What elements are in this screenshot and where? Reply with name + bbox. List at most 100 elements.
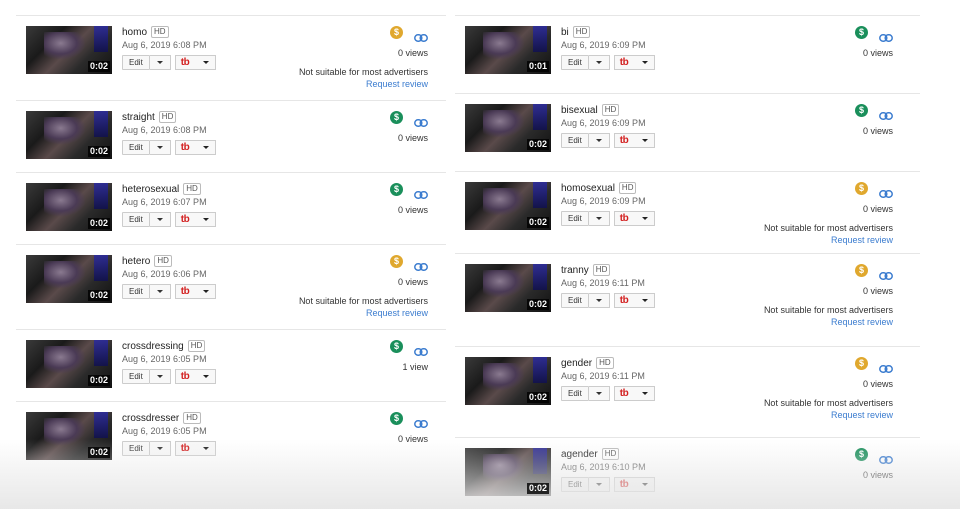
chevron-down-icon [201,141,211,154]
monetization-icon[interactable]: $ [855,357,868,370]
action-buttons: Edit tb [122,284,216,299]
video-title[interactable]: tranny [561,265,589,276]
edit-button[interactable]: Edit [561,133,589,148]
edit-dropdown-button[interactable] [588,386,610,401]
request-review-link[interactable]: Request review [366,79,428,89]
monetization-icon[interactable]: $ [390,183,403,196]
edit-dropdown-button[interactable] [588,211,610,226]
link-icon[interactable] [414,186,428,199]
link-icon[interactable] [879,107,893,120]
edit-dropdown-button[interactable] [149,284,171,299]
link-icon[interactable] [879,360,893,373]
edit-dropdown-button[interactable] [588,293,610,308]
edit-button[interactable]: Edit [122,441,150,456]
tubebuddy-menu-button[interactable]: tb [613,55,655,70]
edit-button[interactable]: Edit [122,212,150,227]
monetization-icon[interactable]: $ [855,448,868,461]
tubebuddy-menu-button[interactable]: tb [174,284,216,299]
video-thumbnail[interactable]: 0:02 [26,340,112,388]
tubebuddy-menu-button[interactable]: tb [174,441,216,456]
link-icon[interactable] [879,29,893,42]
chevron-down-icon [201,370,211,383]
video-title[interactable]: gender [561,358,592,369]
link-icon[interactable] [879,451,893,464]
upload-date: Aug 6, 2019 6:08 PM [122,40,207,50]
view-count: 0 views [397,205,428,215]
video-thumbnail[interactable]: 0:02 [465,264,551,312]
edit-button[interactable]: Edit [122,140,150,155]
monetization-icon[interactable]: $ [855,264,868,277]
edit-dropdown-button[interactable] [149,140,171,155]
video-title[interactable]: straight [122,112,155,123]
video-thumbnail[interactable]: 0:02 [465,104,551,152]
monetization-icon[interactable]: $ [390,340,403,353]
edit-dropdown-button[interactable] [149,212,171,227]
edit-dropdown-button[interactable] [588,133,610,148]
monetization-icon[interactable]: $ [390,111,403,124]
video-title[interactable]: heterosexual [122,184,179,195]
tubebuddy-menu-button[interactable]: tb [174,212,216,227]
link-icon[interactable] [414,415,428,428]
monetization-icon[interactable]: $ [390,26,403,39]
video-title[interactable]: bisexual [561,105,598,116]
video-title[interactable]: homosexual [561,183,615,194]
tubebuddy-logo: tb [180,214,190,225]
request-review-link[interactable]: Request review [366,308,428,318]
tubebuddy-menu-button[interactable]: tb [174,140,216,155]
request-review-link[interactable]: Request review [831,410,893,420]
video-thumbnail[interactable]: 0:02 [26,183,112,231]
duration-badge: 0:01 [526,61,549,72]
edit-button[interactable]: Edit [122,369,150,384]
video-title[interactable]: bi [561,27,569,38]
tubebuddy-menu-button[interactable]: tb [174,369,216,384]
duration-badge: 0:02 [87,447,110,458]
video-thumbnail[interactable]: 0:02 [26,26,112,74]
video-thumbnail[interactable]: 0:02 [26,412,112,460]
link-icon[interactable] [879,267,893,280]
edit-dropdown-button[interactable] [149,55,171,70]
link-icon[interactable] [414,114,428,127]
video-thumbnail[interactable]: 0:02 [465,357,551,405]
link-icon[interactable] [414,343,428,356]
tubebuddy-menu-button[interactable]: tb [174,55,216,70]
edit-dropdown-button[interactable] [588,477,610,492]
action-buttons: Edit tb [122,369,216,384]
video-thumbnail[interactable]: 0:02 [465,182,551,230]
edit-button[interactable]: Edit [561,293,589,308]
video-thumbnail[interactable]: 0:02 [465,448,551,496]
tubebuddy-menu-button[interactable]: tb [613,133,655,148]
video-thumbnail[interactable]: 0:02 [26,111,112,159]
tubebuddy-menu-button[interactable]: tb [613,477,655,492]
edit-button[interactable]: Edit [561,477,589,492]
video-title[interactable]: crossdressing [122,341,184,352]
edit-dropdown-button[interactable] [588,55,610,70]
duration-badge: 0:02 [526,217,549,228]
video-title[interactable]: agender [561,449,598,460]
video-thumbnail[interactable]: 0:02 [26,255,112,303]
request-review-link[interactable]: Request review [831,235,893,245]
tubebuddy-menu-button[interactable]: tb [613,293,655,308]
request-review-link[interactable]: Request review [831,317,893,327]
tubebuddy-menu-button[interactable]: tb [613,386,655,401]
video-title[interactable]: homo [122,27,147,38]
hd-badge: HD [183,412,201,424]
edit-dropdown-button[interactable] [149,441,171,456]
edit-dropdown-button[interactable] [149,369,171,384]
monetization-icon[interactable]: $ [855,104,868,117]
edit-button[interactable]: Edit [561,55,589,70]
monetization-icon[interactable]: $ [855,182,868,195]
link-icon[interactable] [414,258,428,271]
link-icon[interactable] [879,185,893,198]
video-title[interactable]: hetero [122,256,150,267]
edit-button[interactable]: Edit [561,386,589,401]
edit-button[interactable]: Edit [122,284,150,299]
video-title[interactable]: crossdresser [122,413,179,424]
edit-button[interactable]: Edit [561,211,589,226]
tubebuddy-menu-button[interactable]: tb [613,211,655,226]
monetization-icon[interactable]: $ [855,26,868,39]
monetization-icon[interactable]: $ [390,255,403,268]
video-thumbnail[interactable]: 0:01 [465,26,551,74]
edit-button[interactable]: Edit [122,55,150,70]
monetization-icon[interactable]: $ [390,412,403,425]
link-icon[interactable] [414,29,428,42]
